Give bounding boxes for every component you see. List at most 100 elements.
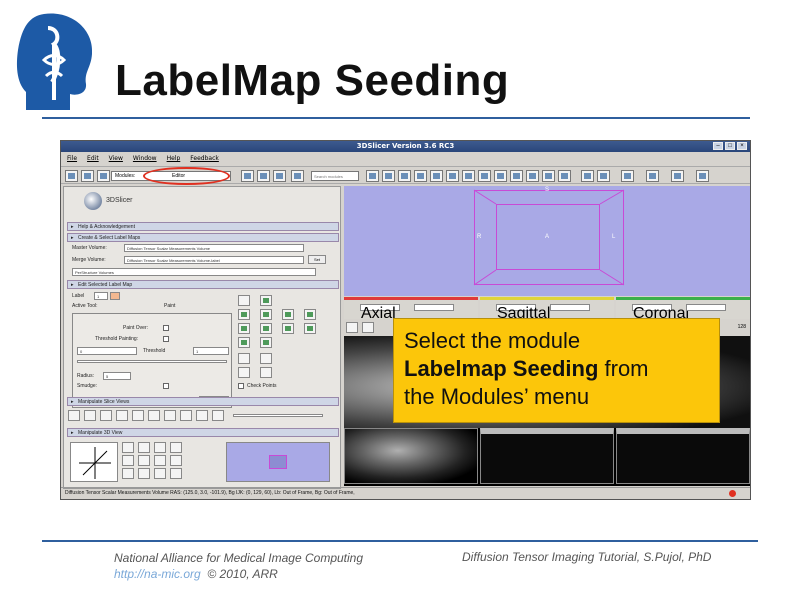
orientation-select-green[interactable]: Coronal bbox=[632, 304, 689, 322]
slice-link-icon[interactable] bbox=[362, 322, 374, 333]
layout-icon-5[interactable] bbox=[430, 170, 443, 182]
view-3d[interactable]: S R A L bbox=[344, 186, 750, 296]
merge-volume-select[interactable]: Diffusion Tensor Scalar Measurements Vol… bbox=[124, 256, 304, 264]
save-icon[interactable] bbox=[81, 170, 94, 182]
threshold-painting-checkbox[interactable] bbox=[163, 336, 169, 342]
view-btn-2-icon[interactable] bbox=[138, 442, 150, 453]
view-btn-12-icon[interactable] bbox=[170, 468, 182, 479]
view-btn-7-icon[interactable] bbox=[154, 455, 166, 466]
layout-icon-9[interactable] bbox=[494, 170, 507, 182]
axes-widget[interactable] bbox=[70, 442, 118, 482]
master-volume-select[interactable]: Diffusion Tensor Scalar Measurements Vol… bbox=[124, 244, 304, 252]
slice-view-1[interactable] bbox=[344, 428, 478, 484]
layout-icon-1[interactable] bbox=[366, 170, 379, 182]
view-btn-3-icon[interactable] bbox=[154, 442, 166, 453]
slice-btn-3-icon[interactable] bbox=[100, 410, 112, 421]
rotate-icon[interactable] bbox=[696, 170, 709, 182]
module-list-icon[interactable] bbox=[291, 170, 304, 182]
slice-btn-1-icon[interactable] bbox=[68, 410, 80, 421]
grow-cut-icon[interactable] bbox=[238, 337, 250, 348]
close-icon[interactable]: × bbox=[737, 142, 747, 150]
layout-icon-6[interactable] bbox=[446, 170, 459, 182]
load-icon[interactable] bbox=[97, 170, 110, 182]
module-history-icon[interactable] bbox=[241, 170, 254, 182]
fast-marching-icon[interactable] bbox=[260, 337, 272, 348]
slice-view-3[interactable] bbox=[616, 428, 750, 484]
menu-help[interactable]: Help bbox=[167, 152, 181, 165]
redo-icon[interactable] bbox=[597, 170, 610, 182]
label-color-swatch[interactable] bbox=[110, 292, 120, 300]
mouse-mode-icon[interactable] bbox=[646, 170, 659, 182]
slice-btn-6-icon[interactable] bbox=[148, 410, 160, 421]
menu-view[interactable]: View bbox=[109, 152, 123, 165]
menu-feedback[interactable]: Feedback bbox=[190, 152, 219, 165]
menu-file[interactable]: File bbox=[67, 152, 77, 165]
slice-btn-5-icon[interactable] bbox=[132, 410, 144, 421]
view-btn-1-icon[interactable] bbox=[122, 442, 134, 453]
label-value-field[interactable]: 1 bbox=[94, 292, 108, 300]
threshold-slider[interactable] bbox=[77, 360, 227, 363]
view-btn-11-icon[interactable] bbox=[154, 468, 166, 479]
module-search-input[interactable]: Search modules bbox=[311, 171, 359, 181]
maximize-icon[interactable]: □ bbox=[725, 142, 735, 150]
volume-select-red[interactable] bbox=[414, 304, 454, 311]
level-tracing-icon[interactable] bbox=[260, 309, 272, 320]
threshold-tool-icon[interactable] bbox=[238, 323, 250, 334]
pointer-tool-icon[interactable] bbox=[238, 295, 250, 306]
threshold-max-field[interactable]: 1 bbox=[193, 347, 229, 355]
layout-icon-8[interactable] bbox=[478, 170, 491, 182]
threshold-min-field[interactable]: 0 bbox=[77, 347, 137, 355]
layout-icon-13[interactable] bbox=[558, 170, 571, 182]
view-3d-thumbnail[interactable] bbox=[226, 442, 330, 482]
draw-tool-icon[interactable] bbox=[238, 309, 250, 320]
layout-icon-11[interactable] bbox=[526, 170, 539, 182]
layout-icon-12[interactable] bbox=[542, 170, 555, 182]
layout-icon-7[interactable] bbox=[462, 170, 475, 182]
section-edit[interactable]: Edit Selected Label Map bbox=[67, 280, 339, 289]
slice-slider[interactable] bbox=[233, 414, 323, 417]
menu-window[interactable]: Window bbox=[133, 152, 157, 165]
home-icon[interactable] bbox=[65, 170, 78, 182]
slice-pin-icon[interactable] bbox=[346, 322, 358, 333]
paint-tool-icon[interactable] bbox=[260, 295, 272, 306]
layout-icon-4[interactable] bbox=[414, 170, 427, 182]
section-manipulate-slice[interactable]: Manipulate Slice Views bbox=[67, 397, 339, 406]
radius-field[interactable]: 5 bbox=[103, 372, 131, 380]
section-manipulate-3d[interactable]: Manipulate 3D View bbox=[67, 428, 339, 437]
view-btn-8-icon[interactable] bbox=[170, 455, 182, 466]
slice-btn-9-icon[interactable] bbox=[196, 410, 208, 421]
slice-btn-10-icon[interactable] bbox=[212, 410, 224, 421]
slice-btn-7-icon[interactable] bbox=[164, 410, 176, 421]
paint-over-checkbox[interactable] bbox=[163, 325, 169, 331]
check-points-checkbox[interactable] bbox=[238, 383, 244, 389]
eraser-icon[interactable] bbox=[238, 367, 250, 378]
view-btn-5-icon[interactable] bbox=[122, 455, 134, 466]
change-label-icon[interactable] bbox=[260, 323, 272, 334]
layout-icon-2[interactable] bbox=[382, 170, 395, 182]
view-btn-10-icon[interactable] bbox=[138, 468, 150, 479]
model-maker-icon[interactable] bbox=[304, 323, 316, 334]
volume-select-yellow[interactable] bbox=[550, 304, 590, 311]
per-structure-volumes[interactable]: PerStructure Volumes bbox=[72, 268, 316, 276]
layout-icon-3[interactable] bbox=[398, 170, 411, 182]
view-btn-9-icon[interactable] bbox=[122, 468, 134, 479]
view-btn-4-icon[interactable] bbox=[170, 442, 182, 453]
next-module-icon[interactable] bbox=[273, 170, 286, 182]
dilate-tool-icon[interactable] bbox=[304, 309, 316, 320]
set-button[interactable]: Set bbox=[308, 255, 326, 264]
menu-edit[interactable]: Edit bbox=[87, 152, 99, 165]
undo-edit-icon[interactable] bbox=[238, 353, 250, 364]
slice-btn-2-icon[interactable] bbox=[84, 410, 96, 421]
volume-select-green[interactable] bbox=[686, 304, 726, 311]
undo-icon[interactable] bbox=[581, 170, 594, 182]
footer-link[interactable]: http://na-mic.org bbox=[114, 567, 201, 581]
orientation-select-yellow[interactable]: Sagittal bbox=[496, 304, 550, 322]
view-btn-6-icon[interactable] bbox=[138, 455, 150, 466]
save-island-icon[interactable] bbox=[260, 367, 272, 378]
erode-tool-icon[interactable] bbox=[282, 309, 294, 320]
prev-module-icon[interactable] bbox=[257, 170, 270, 182]
slice-btn-4-icon[interactable] bbox=[116, 410, 128, 421]
pick-icon[interactable] bbox=[671, 170, 684, 182]
redo-edit-icon[interactable] bbox=[260, 353, 272, 364]
orientation-select-red[interactable]: Axial bbox=[360, 304, 400, 322]
